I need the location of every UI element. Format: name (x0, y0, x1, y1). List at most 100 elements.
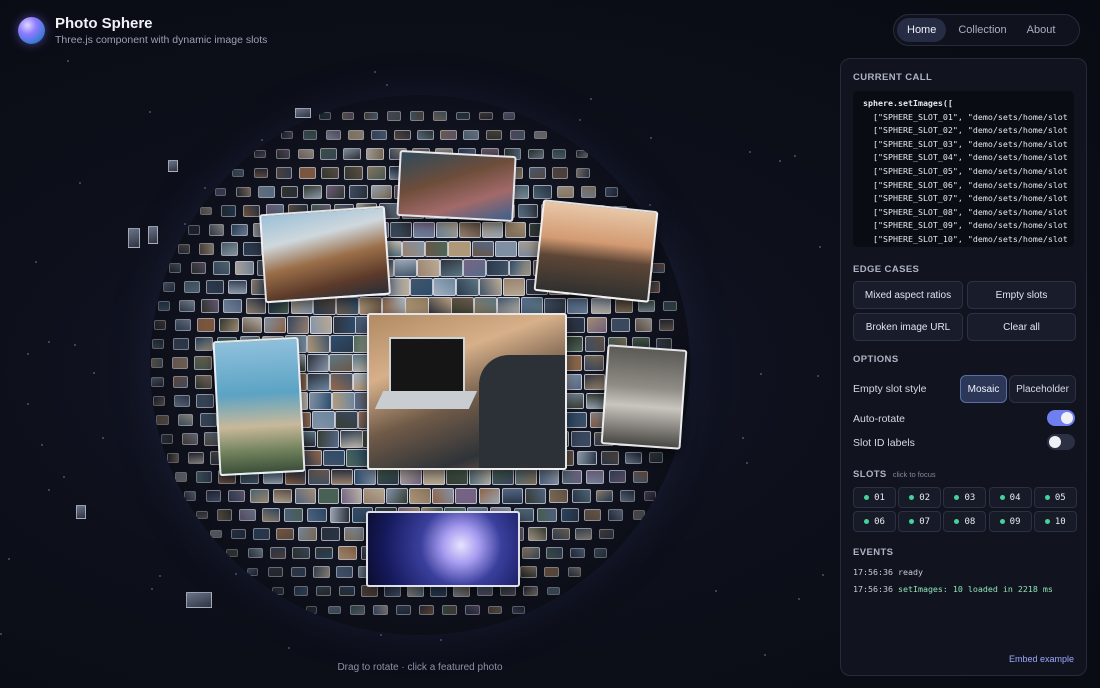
slot-button[interactable]: 04 (988, 487, 1032, 508)
star (749, 151, 751, 153)
sphere-photo-tile (471, 240, 494, 258)
sphere-photo-tile (590, 298, 611, 314)
auto-rotate-toggle[interactable] (1047, 410, 1075, 426)
sphere-photo-tile (284, 507, 304, 523)
laptop-keyboard-shape (374, 391, 478, 409)
star (102, 437, 104, 439)
sphere-photo-tile (567, 567, 582, 577)
placeholder-option[interactable]: Placeholder (1009, 375, 1076, 403)
featured-photo-laptop[interactable] (367, 313, 567, 470)
slot-button[interactable]: 06 (853, 511, 896, 532)
event-time: 17:56:36 (853, 567, 893, 577)
sphere-photo-tile (332, 316, 356, 334)
sphere-photo-tile (292, 546, 310, 560)
sphere-photo-tile (271, 587, 284, 595)
nav-collection[interactable]: Collection (948, 18, 1016, 42)
sphere-photo-tile (303, 130, 318, 140)
mosaic-option[interactable]: Mosaic (960, 375, 1007, 403)
clear-all-button[interactable]: Clear all (967, 313, 1076, 341)
sphere-photo-tile (253, 167, 269, 179)
slot-button[interactable]: 05 (1033, 487, 1077, 508)
featured-photo-forest[interactable] (600, 344, 688, 450)
mixed-aspect-ratios-button[interactable]: Mixed aspect ratios (853, 281, 963, 309)
slot-button[interactable]: 10 (1033, 511, 1077, 532)
featured-photo-crowd[interactable] (396, 149, 517, 223)
nav-home[interactable]: Home (897, 18, 947, 42)
star (27, 403, 29, 405)
slot-status-dot-icon (864, 519, 870, 524)
empty-slots-button[interactable]: Empty slots (967, 281, 1076, 309)
sphere-photo-tile (177, 244, 190, 254)
sphere-photo-tile (412, 221, 435, 239)
sphere-photo-tile (458, 222, 481, 238)
star (35, 261, 37, 263)
nav-about[interactable]: About (1017, 18, 1066, 42)
star (715, 590, 717, 592)
sphere-photo-tile (468, 468, 491, 486)
sphere-photo-tile (221, 205, 237, 217)
sphere-photo-tile (662, 300, 677, 312)
star (63, 476, 65, 478)
slot-id-labels-label: Slot ID labels (853, 437, 915, 449)
broken-image-url-button[interactable]: Broken image URL (853, 313, 963, 341)
sphere-photo-tile (340, 488, 363, 504)
sphere-photo-tile (570, 431, 592, 447)
sphere-photo-tile (430, 585, 448, 597)
slot-button[interactable]: 08 (943, 511, 987, 532)
floating-photo-tile (128, 228, 140, 248)
slot-button[interactable]: 03 (943, 487, 987, 508)
sphere-photo-tile (439, 259, 463, 277)
code-line: ["SPHERE_SLOT_02", "demo/sets/home/slot (863, 125, 1068, 136)
featured-photo-sea-rock[interactable] (533, 199, 659, 303)
slot-status-dot-icon (1044, 519, 1050, 524)
featured-photo-coast[interactable] (212, 336, 306, 477)
sphere-photo-tile (543, 566, 560, 578)
sphere-photo-tile (632, 510, 645, 520)
sphere-photo-tile (658, 319, 674, 331)
slots-heading-text: SLOTS (853, 469, 887, 480)
slot-button[interactable]: 09 (988, 511, 1032, 532)
sphere-photo-tile (527, 148, 544, 160)
sphere-photo-tile (486, 129, 503, 141)
sphere-photo-tile (518, 203, 538, 219)
slot-button[interactable]: 01 (853, 487, 896, 508)
embed-example-link[interactable]: Embed example (1009, 654, 1074, 664)
sphere-photo-tile (595, 489, 613, 503)
sphere-photo-tile (587, 317, 608, 333)
star (822, 574, 824, 576)
event-row: 17:56:36 ready (853, 567, 923, 577)
sphere-photo-tile (432, 487, 455, 505)
slot-id-labels-toggle[interactable] (1047, 434, 1075, 450)
sphere-photo-tile (327, 605, 342, 615)
featured-photo-fireworks[interactable] (366, 511, 520, 587)
star (41, 444, 43, 446)
sphere-photo-tile (154, 320, 167, 330)
sphere-photo-tile (250, 489, 269, 503)
slots-hint: click to focus (892, 470, 936, 479)
sphere-photo-tile (515, 468, 537, 485)
sphere-photo-tile (306, 507, 327, 523)
sphere-photo-tile (309, 316, 333, 334)
sphere-photo-tile (313, 297, 337, 315)
sphere-photo-tile (463, 259, 486, 277)
sphere-photo-tile (416, 129, 434, 141)
sphere-photo-tile (505, 222, 527, 238)
sphere-photo-tile (584, 336, 606, 352)
sphere-photo-tile (212, 261, 231, 275)
sphere-photo-tile (361, 585, 379, 597)
sphere-photo-tile (312, 411, 335, 429)
sphere-photo-tile (537, 507, 557, 523)
slot-label: 10 (1054, 516, 1066, 527)
slot-button[interactable]: 07 (898, 511, 942, 532)
sphere-photo-tile (486, 259, 509, 277)
slot-button[interactable]: 02 (898, 487, 942, 508)
sphere-photo-tile (353, 468, 377, 486)
photo-sphere-canvas[interactable] (150, 95, 690, 635)
sphere-photo-tile (569, 547, 585, 559)
sphere-photo-tile (499, 585, 516, 597)
star (440, 639, 442, 641)
featured-photo-cliff-village[interactable] (259, 205, 391, 304)
sphere-photo-tile (584, 508, 602, 522)
sphere-photo-tile (272, 488, 293, 504)
sphere-photo-tile (220, 242, 239, 256)
